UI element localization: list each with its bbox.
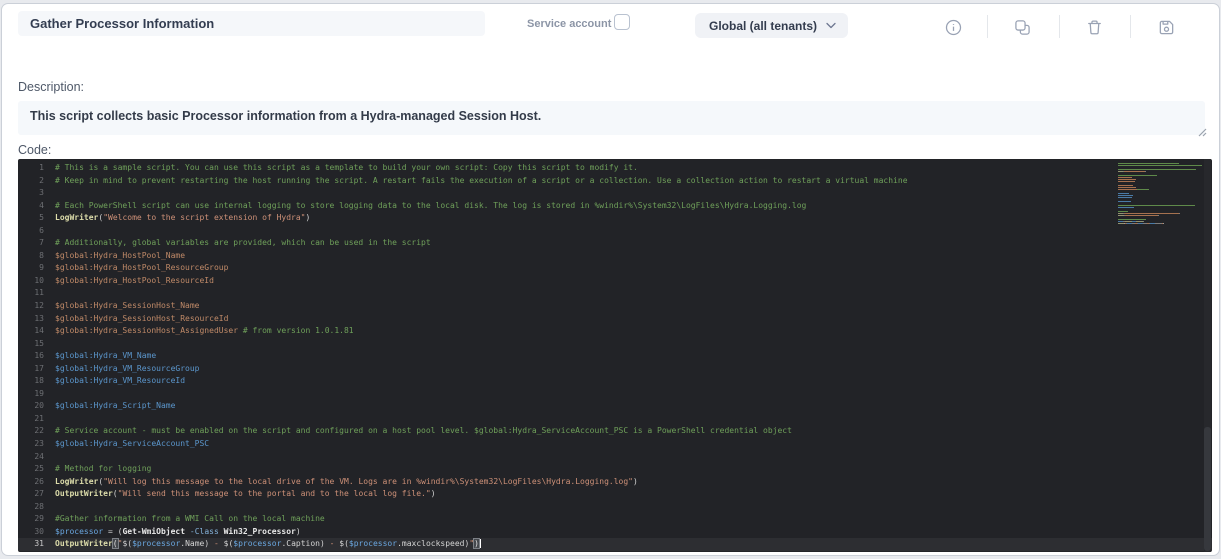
copy-button[interactable] <box>1013 18 1031 36</box>
code-line[interactable]: 14$global:Hydra_SessionHost_AssignedUser… <box>18 325 1212 338</box>
code-line[interactable]: 31OutputWriter("$($processor.Name) - $($… <box>18 538 1212 551</box>
code-line[interactable]: 27OutputWriter("Will send this message t… <box>18 488 1212 501</box>
description-label: Description: <box>18 80 84 94</box>
code-line[interactable]: 26LogWriter("Will log this message to th… <box>18 476 1212 489</box>
code-line[interactable]: 8$global:Hydra_HostPool_Name <box>18 250 1212 263</box>
code-lines: 1# This is a sample script. You can use … <box>18 162 1212 551</box>
page: { "header": { "title_value": "Gather Pro… <box>0 0 1221 559</box>
code-line[interactable]: 4# Each PowerShell script can use intern… <box>18 200 1212 213</box>
resize-handle-icon[interactable] <box>1196 124 1207 135</box>
tenant-scope-dropdown[interactable]: Global (all tenants) <box>695 13 848 38</box>
script-title-input[interactable] <box>18 11 485 36</box>
delete-button[interactable] <box>1085 18 1103 36</box>
toolbar-divider <box>987 15 988 38</box>
minimap[interactable] <box>1118 163 1202 225</box>
code-line[interactable]: 20$global:Hydra_Script_Name <box>18 400 1212 413</box>
info-icon <box>945 19 962 36</box>
code-line[interactable]: 10$global:Hydra_HostPool_ResourceId <box>18 275 1212 288</box>
save-icon <box>1158 19 1175 36</box>
code-line[interactable]: 7# Additionally, global variables are pr… <box>18 237 1212 250</box>
code-editor[interactable]: 1# This is a sample script. You can use … <box>18 159 1212 552</box>
copy-icon <box>1014 19 1031 36</box>
code-line[interactable]: 16$global:Hydra_VM_Name <box>18 350 1212 363</box>
code-line[interactable]: 22# Service account - must be enabled on… <box>18 425 1212 438</box>
code-line[interactable]: 11 <box>18 287 1212 300</box>
scrollbar-thumb[interactable] <box>1204 427 1211 551</box>
code-line[interactable]: 25# Method for logging <box>18 463 1212 476</box>
code-line[interactable]: 21 <box>18 413 1212 426</box>
code-line[interactable]: 24 <box>18 451 1212 464</box>
chevron-down-icon <box>826 22 836 29</box>
code-line[interactable]: 9$global:Hydra_HostPool_ResourceGroup <box>18 262 1212 275</box>
code-line[interactable]: 18$global:Hydra_VM_ResourceId <box>18 375 1212 388</box>
code-line[interactable]: 3 <box>18 187 1212 200</box>
code-line[interactable]: 17$global:Hydra_VM_ResourceGroup <box>18 363 1212 376</box>
service-account-checkbox[interactable] <box>614 14 630 30</box>
code-line[interactable]: 29#Gather information from a WMI Call on… <box>18 513 1212 526</box>
code-line[interactable]: 19 <box>18 388 1212 401</box>
description-textarea[interactable]: This script collects basic Processor inf… <box>18 101 1205 135</box>
code-line[interactable]: 1# This is a sample script. You can use … <box>18 162 1212 175</box>
code-line[interactable]: 23$global:Hydra_ServiceAccount_PSC <box>18 438 1212 451</box>
code-line[interactable]: 2# Keep in mind to prevent restarting th… <box>18 175 1212 188</box>
code-line[interactable]: 12$global:Hydra_SessionHost_Name <box>18 300 1212 313</box>
save-button[interactable] <box>1157 18 1175 36</box>
trash-icon <box>1086 19 1103 36</box>
code-line[interactable]: 30$processor = (Get-WmiObject -Class Win… <box>18 526 1212 539</box>
code-label: Code: <box>18 143 51 157</box>
code-line[interactable]: 15 <box>18 338 1212 351</box>
code-line[interactable]: 6 <box>18 225 1212 238</box>
toolbar-divider <box>1130 15 1131 38</box>
code-line[interactable]: 5LogWriter("Welcome to the script extens… <box>18 212 1212 225</box>
code-line[interactable]: 13$global:Hydra_SessionHost_ResourceId <box>18 313 1212 326</box>
info-button[interactable] <box>944 18 962 36</box>
service-account-label: Service account <box>527 18 611 30</box>
code-line[interactable]: 28 <box>18 501 1212 514</box>
toolbar-divider <box>1059 15 1060 38</box>
tenant-scope-value: Global (all tenants) <box>709 19 826 33</box>
